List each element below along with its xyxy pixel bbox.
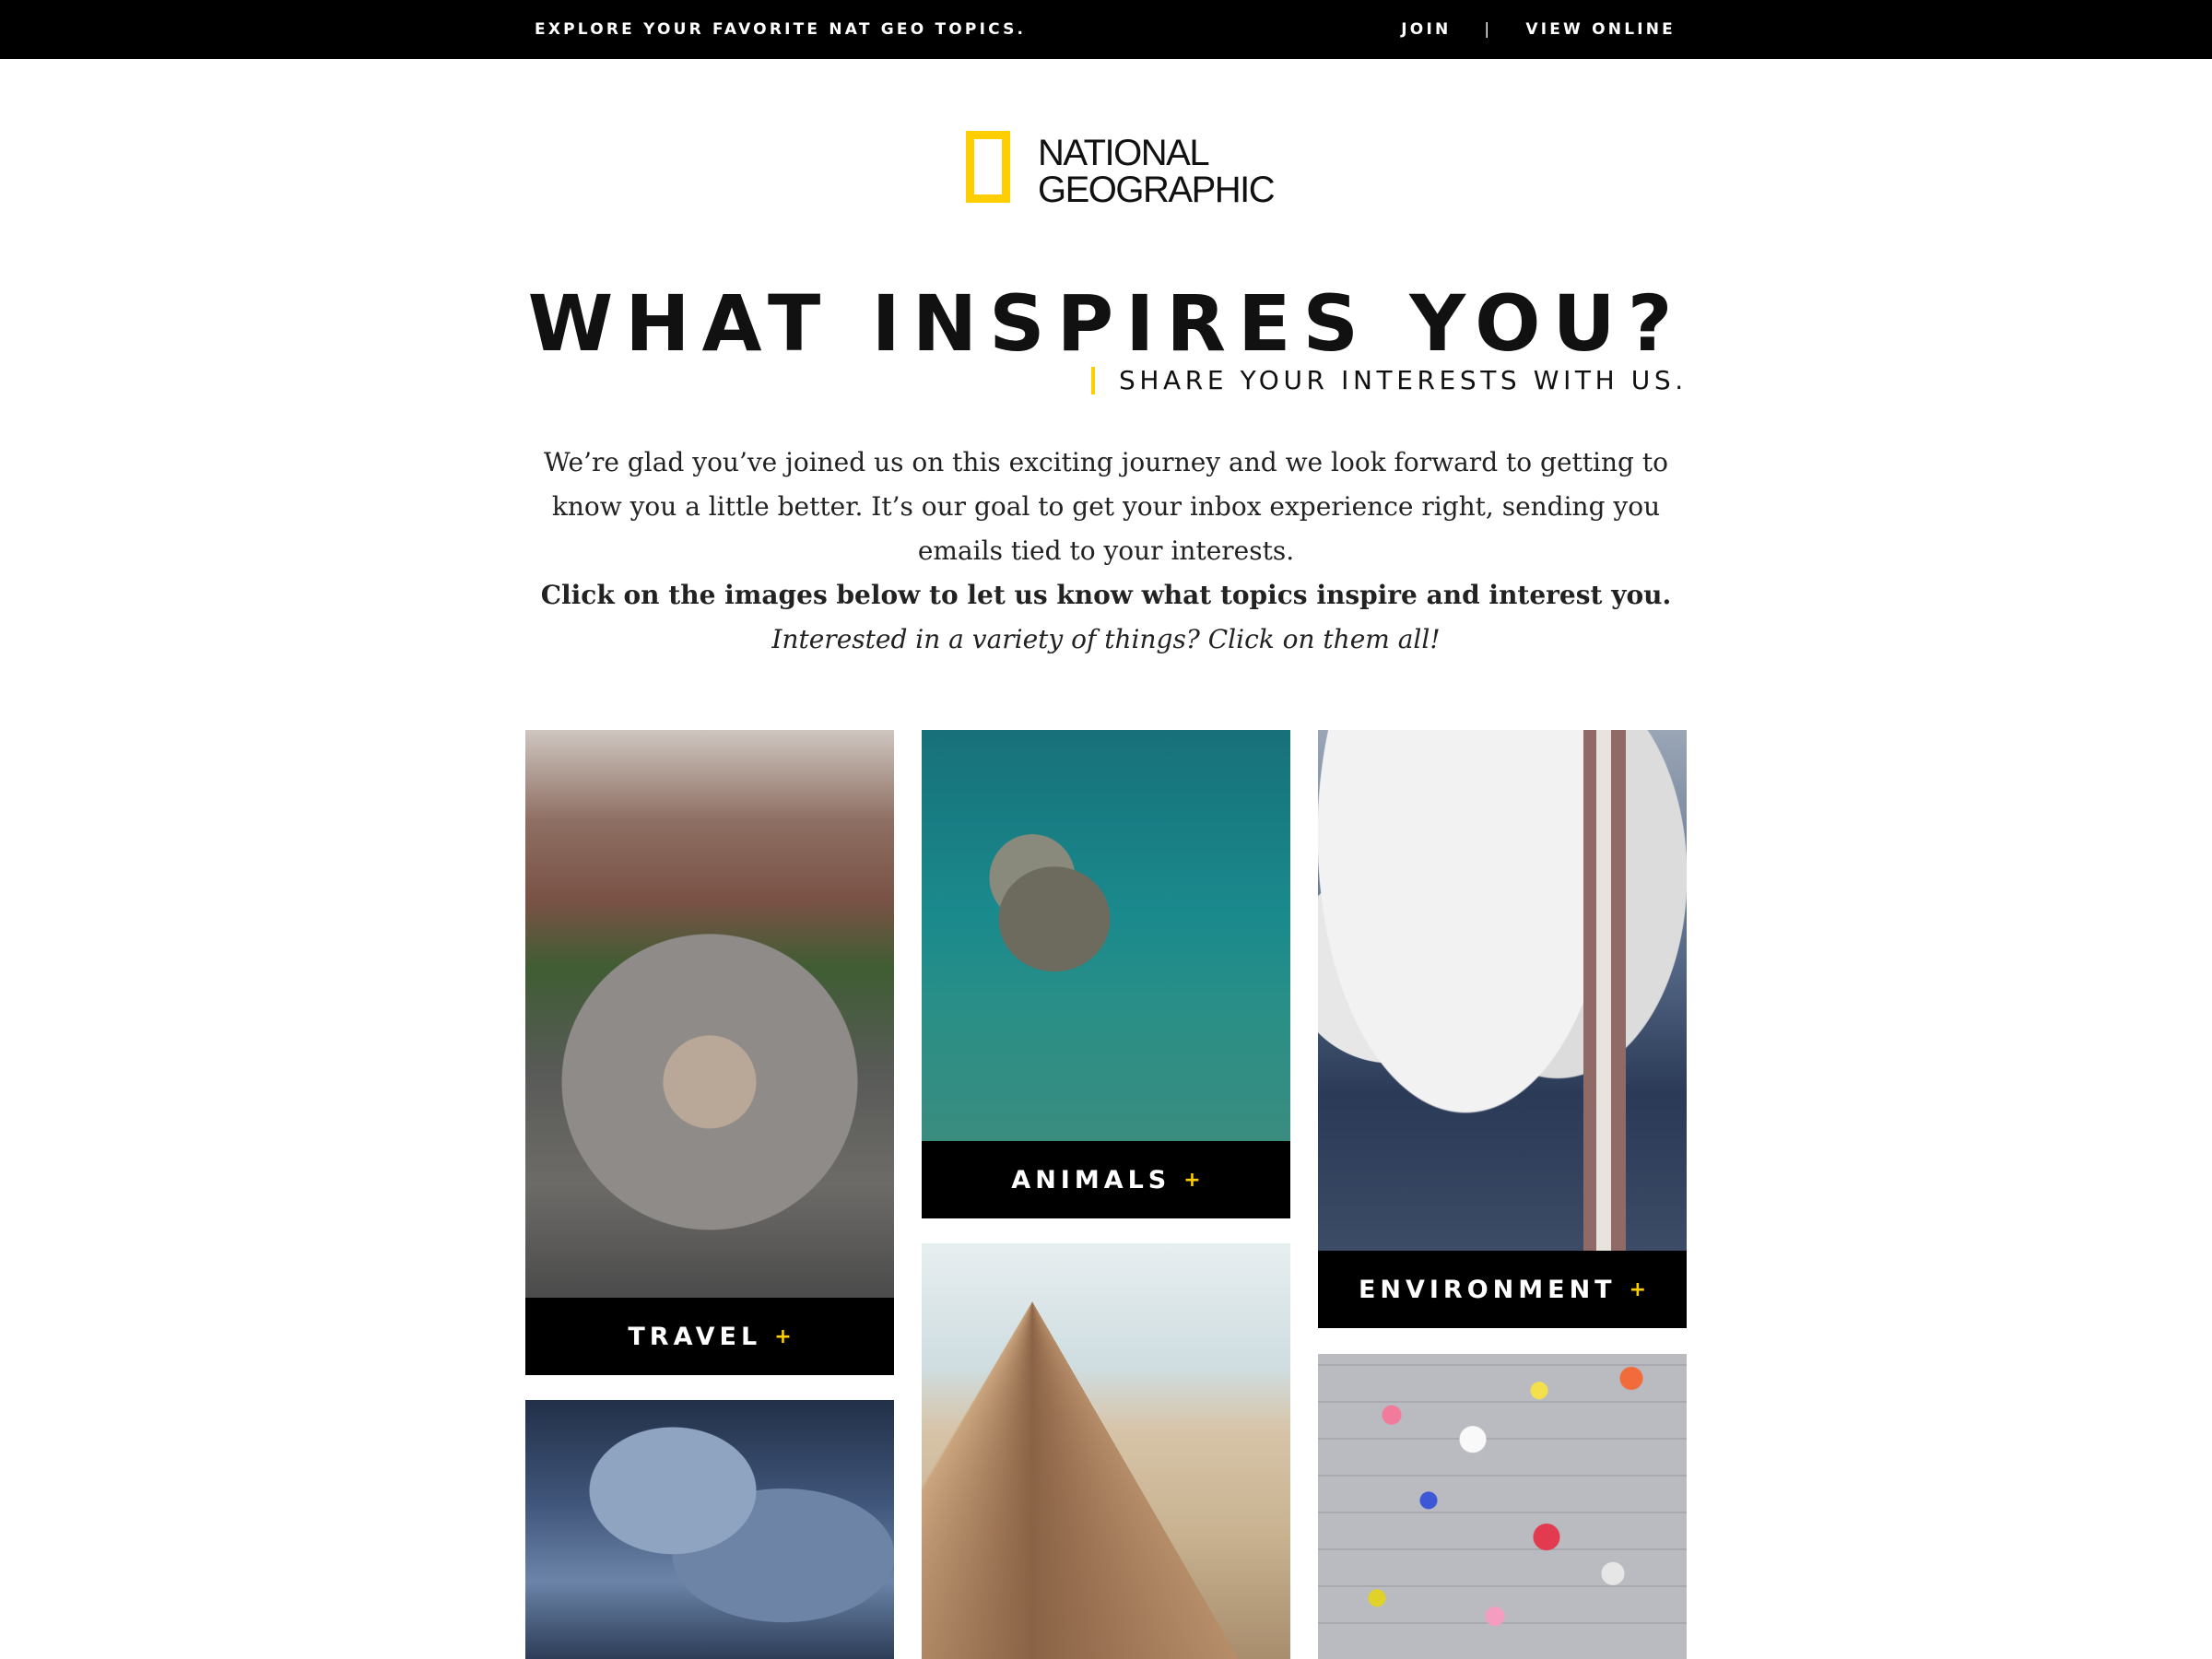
plus-icon: + [1183,1168,1201,1192]
logo-wordmark: NATIONAL GEOGRAPHIC [1038,133,1276,210]
intro-text: We’re glad you’ve joined us on this exci… [535,441,1677,662]
top-bar: EXPLORE YOUR FAVORITE NAT GEO TOPICS. JO… [0,0,2212,59]
environment-label-text: ENVIRONMENT [1358,1275,1617,1304]
topic-tile-animals[interactable]: ANIMALS + [922,730,1290,1218]
topic-tile-travel[interactable]: TRAVEL + [525,730,894,1375]
page-headline: WHAT INSPIRES YOU? [527,278,1685,369]
view-online-link[interactable]: VIEW ONLINE [1525,20,1676,39]
subheadline: SHARE YOUR INTERESTS WITH US. [1091,365,1688,395]
topbar-tagline: EXPLORE YOUR FAVORITE NAT GEO TOPICS. [535,20,1027,39]
topic-tile-environment[interactable]: ENVIRONMENT + [1318,730,1687,1328]
intro-note: Interested in a variety of things? Click… [771,624,1441,654]
accent-bar [1091,366,1095,394]
yellow-frame-icon [966,131,1010,203]
join-link[interactable]: JOIN [1401,20,1451,39]
subheadline-text: SHARE YOUR INTERESTS WITH US. [1119,365,1688,395]
animals-label-text: ANIMALS [1011,1165,1171,1194]
national-geographic-logo[interactable]: NATIONAL GEOGRAPHIC [966,131,1276,216]
travel-label-text: TRAVEL [628,1322,762,1351]
logo-line-2: GEOGRAPHIC [1038,170,1276,210]
topic-tile-culture[interactable] [1318,1354,1687,1659]
intro-cta: Click on the images below to let us know… [540,580,1672,610]
travel-label: TRAVEL + [525,1298,894,1375]
plus-icon: + [774,1324,792,1348]
travel-photo [525,730,894,1298]
environment-label: ENVIRONMENT + [1318,1251,1687,1328]
topic-tile-weather[interactable] [525,1400,894,1659]
smokestack-photo [1318,730,1687,1251]
logo-line-1: NATIONAL [1038,133,1210,173]
sea-lion-photo [922,730,1290,1141]
plus-icon: + [1629,1277,1647,1301]
confetti-photo [1318,1354,1687,1659]
topic-tile-history[interactable] [922,1243,1290,1659]
topbar-links: JOIN | VIEW ONLINE [1401,20,1676,39]
topbar-separator: | [1484,20,1493,39]
animals-label: ANIMALS + [922,1141,1290,1218]
storm-sky-photo [525,1400,894,1659]
intro-paragraph: We’re glad you’ve joined us on this exci… [544,447,1668,566]
pyramid-photo [922,1243,1290,1659]
